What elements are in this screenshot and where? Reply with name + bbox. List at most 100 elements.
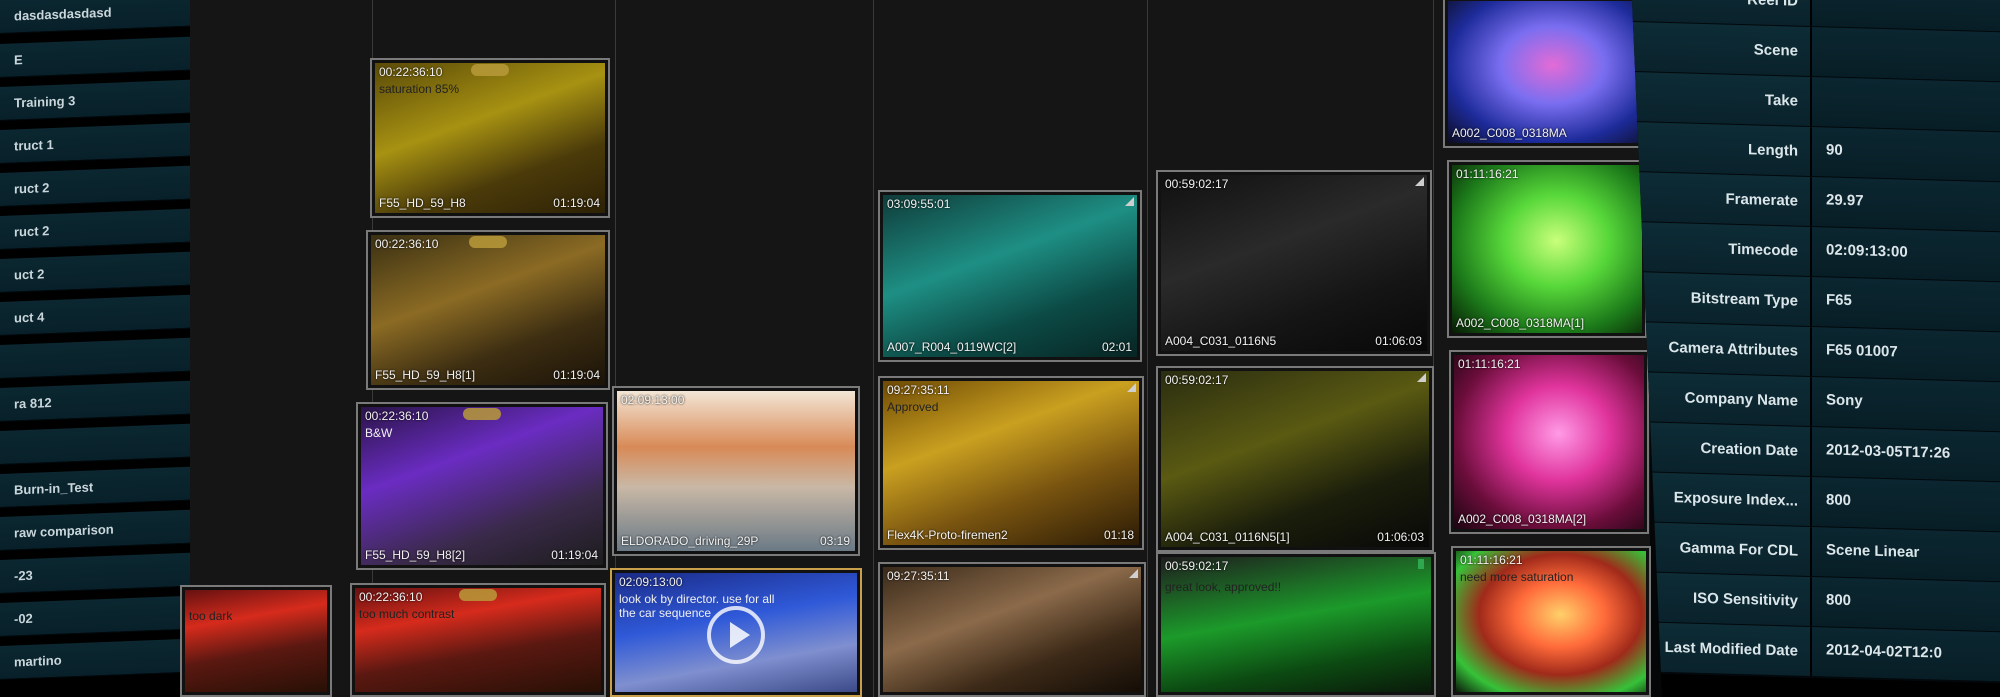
clip-duration: 01:19:04 — [553, 368, 600, 382]
flag-corner-icon — [1129, 569, 1138, 578]
clip-note: too much contrast — [359, 607, 455, 621]
metadata-label: Bitstream Type — [1632, 272, 1810, 326]
clip-preview — [371, 235, 605, 385]
metadata-value[interactable]: Scene Linear — [1812, 527, 2000, 583]
clip-preview — [617, 391, 855, 551]
flag-corner-icon — [1415, 177, 1424, 186]
metadata-label: Creation Date — [1632, 422, 1810, 476]
clip-note: need more saturation — [1460, 570, 1574, 584]
metadata-value[interactable]: F65 — [1812, 277, 2000, 333]
metadata-value[interactable]: 90 — [1812, 127, 2000, 183]
clip-thumbnail-selected[interactable]: 02:09:13:00 look ok by director. use for… — [610, 568, 862, 697]
metadata-label: Framerate — [1632, 172, 1810, 226]
metadata-value[interactable]: 29.97 — [1812, 177, 2000, 233]
clip-name: A002_C008_0318MA[2] — [1458, 512, 1587, 526]
play-icon[interactable] — [707, 606, 765, 664]
clip-preview — [883, 195, 1137, 357]
clip-note: great look, approved!! — [1165, 580, 1282, 594]
clip-name: A007_R004_0119WC[2] — [887, 340, 1017, 354]
clip-name: A004_C031_0116N5 — [1165, 334, 1277, 348]
clip-name: A002_C008_0318MA[1] — [1456, 316, 1585, 330]
metadata-value[interactable] — [1812, 77, 2000, 133]
metadata-label: Camera Attributes — [1632, 322, 1810, 376]
clip-preview — [1161, 175, 1427, 351]
metadata-value[interactable]: 02:09:13:00 — [1812, 227, 2000, 283]
flag-corner-icon — [1127, 383, 1136, 392]
clip-timecode: 00:59:02:17 — [1165, 559, 1229, 573]
metadata-label: Company Name — [1632, 372, 1810, 426]
clip-thumbnail[interactable]: 00:22:36:10 F55_HD_59_H8[1] 01:19:04 — [366, 230, 610, 390]
clip-thumbnail[interactable]: 02:09:13:00 ELDORADO_driving_29P 03:19 — [612, 386, 860, 556]
metadata-value[interactable]: 2012-04-02T12:0 — [1812, 627, 2000, 683]
metadata-value[interactable] — [1812, 27, 2000, 83]
clip-thumbnail[interactable]: 00:59:02:17 A004_C031_0116N5[1] 01:06:03 — [1156, 366, 1434, 552]
clip-duration: 01:19:04 — [551, 548, 598, 562]
clip-timecode: 00:22:36:10 — [365, 409, 429, 423]
clip-timecode: 01:11:16:21 — [1458, 357, 1521, 371]
slate-icon — [469, 236, 507, 248]
clip-thumbnail[interactable]: 09:27:35:11 — [878, 562, 1146, 697]
clip-timecode: 00:22:36:10 — [375, 237, 439, 251]
clip-thumbnail[interactable]: too dark — [180, 585, 332, 697]
metadata-panel: Reel ID Scene Take Length 90 Framerate 2… — [1632, 0, 2000, 697]
clip-preview — [883, 567, 1141, 692]
metadata-label: Scene — [1632, 22, 1810, 76]
clip-duration: 01:18 — [1103, 528, 1134, 542]
clip-note: saturation 85% — [379, 82, 460, 96]
clip-duration: 01:06:03 — [1375, 334, 1422, 348]
clip-preview — [1161, 557, 1431, 692]
clip-duration: 01:06:03 — [1377, 530, 1424, 544]
clip-name: F55_HD_59_H8 — [379, 196, 466, 210]
clip-thumbnail[interactable]: 00:22:36:10 saturation 85% F55_HD_59_H8 … — [370, 58, 610, 218]
clip-thumbnail[interactable]: 03:09:55:01 A007_R004_0119WC[2] 02:01 — [878, 190, 1142, 362]
metadata-label: Length — [1632, 122, 1810, 176]
metadata-value[interactable]: 2012-03-05T17:26 — [1812, 427, 2000, 483]
clip-preview — [1448, 1, 1638, 143]
clip-thumbnail[interactable]: 01:11:16:21 need more saturation — [1451, 546, 1651, 697]
clip-thumbnail[interactable]: A002_C008_0318MA — [1443, 0, 1643, 148]
slate-icon — [471, 64, 509, 76]
slate-icon — [463, 408, 501, 420]
metadata-value[interactable]: Sony — [1812, 377, 2000, 433]
clip-name: A004_C031_0116N5[1] — [1165, 530, 1290, 544]
clip-preview — [185, 590, 327, 692]
clip-name: ELDORADO_driving_29P — [621, 534, 759, 548]
metadata-value[interactable]: F65 01007 — [1812, 327, 2000, 383]
metadata-label: ISO Sensitivity — [1632, 572, 1810, 626]
clip-thumbnail[interactable]: 01:11:16:21 A002_C008_0318MA[1] — [1447, 160, 1647, 338]
metadata-row: Last Modified Date 2012-04-02T12:0 — [1632, 622, 2000, 685]
clip-preview — [361, 407, 603, 565]
clip-timecode: 00:22:36:10 — [379, 65, 443, 79]
flag-corner-icon — [1417, 373, 1426, 382]
clip-timecode: 02:09:13:00 — [619, 575, 683, 589]
clip-name: Flex4K-Proto-firemen2 — [887, 528, 1008, 542]
clip-thumbnail[interactable]: 00:22:36:10 too much contrast — [350, 583, 606, 697]
clip-timecode: 00:22:36:10 — [359, 590, 423, 604]
clip-timecode: 00:59:02:17 — [1165, 177, 1229, 191]
metadata-label: Take — [1632, 72, 1810, 126]
flag-corner-icon — [1125, 197, 1134, 206]
clip-name: F55_HD_59_H8[2] — [365, 548, 466, 562]
clip-timecode: 09:27:35:11 — [887, 383, 950, 397]
clip-duration: 03:19 — [819, 534, 850, 548]
clip-name: A002_C008_0318MA — [1452, 126, 1567, 140]
clip-thumbnail[interactable]: 00:59:02:17 A004_C031_0116N5 01:06:03 — [1156, 170, 1432, 356]
clip-thumbnail[interactable]: 01:11:16:21 A002_C008_0318MA[2] — [1449, 350, 1649, 534]
clip-note: too dark — [189, 609, 233, 623]
clip-note: Approved — [887, 400, 939, 414]
clip-grid: 00:22:36:10 saturation 85% F55_HD_59_H8 … — [180, 0, 1651, 697]
clip-thumbnail[interactable]: 09:27:35:11 Approved Flex4K-Proto-fireme… — [878, 376, 1144, 550]
metadata-value[interactable]: 800 — [1812, 477, 2000, 533]
column-divider — [1147, 0, 1148, 697]
clip-timecode: 01:11:16:21 — [1460, 553, 1523, 567]
clip-timecode: 09:27:35:11 — [887, 569, 950, 583]
clip-name: F55_HD_59_H8[1] — [375, 368, 476, 382]
metadata-label: Timecode — [1632, 222, 1810, 276]
metadata-value[interactable]: 800 — [1812, 577, 2000, 633]
clip-preview — [1452, 165, 1642, 333]
slate-icon — [459, 589, 497, 601]
clip-thumbnail[interactable]: 00:59:02:17 great look, approved!! — [1156, 552, 1436, 697]
clip-thumbnail[interactable]: 00:22:36:10 B&W F55_HD_59_H8[2] 01:19:04 — [356, 402, 608, 570]
clip-timecode: 03:09:55:01 — [887, 197, 951, 211]
clip-note: B&W — [365, 426, 393, 440]
